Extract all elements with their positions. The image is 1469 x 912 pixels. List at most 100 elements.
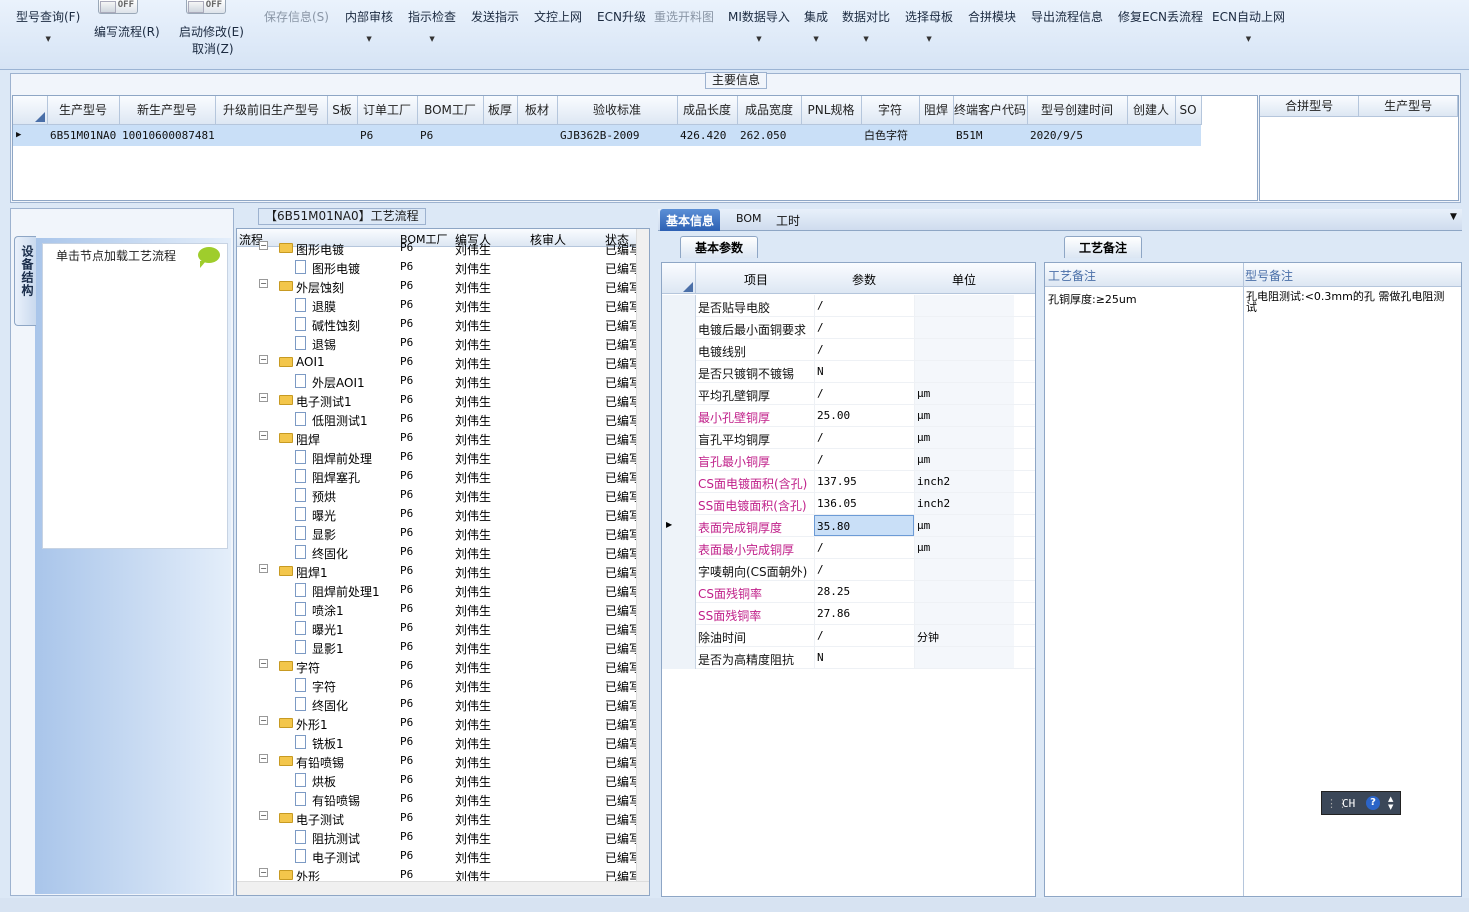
tab-work-hours[interactable]: 工时 [770,209,806,231]
merge-grid[interactable]: 合拼型号 生产型号 [1259,95,1459,201]
grid-cell[interactable]: P6 [357,124,417,146]
grid-cell[interactable] [327,124,357,146]
craft-note-text[interactable]: 孔铜厚度:≥25um [1048,291,1228,307]
flow-tree-row[interactable]: − 电子测试1 P6 刘伟生 已编写 [237,391,641,410]
ecn-auto-button[interactable]: ECN自动上网 ▼ [1212,8,1285,43]
param-value-cell[interactable]: N [814,647,914,668]
col-header[interactable]: 终端客户代码 [953,96,1028,125]
flow-tree-row[interactable]: 外层AOI1 P6 刘伟生 已编写 [237,372,641,391]
param-value-cell[interactable]: N [814,361,914,382]
flow-tree-row[interactable]: 低阻测试1 P6 刘伟生 已编写 [237,410,641,429]
param-value-cell[interactable]: / [814,339,914,360]
select-mother-button[interactable]: 选择母板 ▼ [905,8,953,43]
flow-tree-row[interactable]: 阻焊前处理1 P6 刘伟生 已编写 [237,581,641,600]
flow-tree-row[interactable]: 曝光1 P6 刘伟生 已编写 [237,619,641,638]
col-header[interactable]: 生产型号 [47,96,120,125]
save-info-button[interactable]: 保存信息(S) [264,8,329,25]
param-row[interactable]: CS面残铜率 28.25 [662,581,1035,603]
param-value-cell[interactable]: 28.25 [814,581,914,602]
flow-tree-row[interactable]: − 字符 P6 刘伟生 已编写 [237,657,641,676]
grid-cell[interactable] [919,124,953,146]
flow-tree-row[interactable]: 阻焊塞孔 P6 刘伟生 已编写 [237,467,641,486]
grid-cell[interactable] [517,124,557,146]
flow-tree-hscroll[interactable] [237,881,649,895]
collapse-icon[interactable]: − [259,393,268,402]
start-modify-button[interactable]: 启动修改(E) [179,23,244,40]
flow-tree-row[interactable]: 显影 P6 刘伟生 已编写 [237,524,641,543]
flow-tree-row[interactable]: − 阻焊1 P6 刘伟生 已编写 [237,562,641,581]
flow-tree-row[interactable]: 终固化 P6 刘伟生 已编写 [237,695,641,714]
mi-import-button[interactable]: MI数据导入 ▼ [728,8,790,43]
merge-module-button[interactable]: 合拼模块 [968,8,1016,25]
param-row[interactable]: 是否只镀铜不镀锡 N [662,361,1035,383]
param-value-cell[interactable]: 35.80 [814,515,914,536]
col-header[interactable]: 升级前旧生产型号 [215,96,328,125]
collapse-icon[interactable]: − [259,868,268,877]
tab-basic-params[interactable]: 基本参数 [680,236,759,258]
tab-basic-info[interactable]: 基本信息 [660,209,721,231]
grid-cell[interactable] [483,124,517,146]
export-flow-button[interactable]: 导出流程信息 [1031,8,1103,25]
col-header[interactable]: 成品宽度 [737,96,802,125]
param-row[interactable]: 是否贴导电胶 / [662,295,1035,317]
param-value-cell[interactable]: 136.05 [814,493,914,514]
param-row[interactable]: 表面最小完成铜厚 / μm [662,537,1035,559]
col-header[interactable]: 订单工厂 [357,96,418,125]
col-header[interactable]: 验收标准 [557,96,678,125]
collapse-icon[interactable]: − [259,279,268,288]
param-row[interactable]: SS面电镀面积(含孔) 136.05 inch2 [662,493,1035,515]
collapse-icon[interactable]: − [259,241,268,250]
flow-tree-row[interactable]: 阻焊前处理 P6 刘伟生 已编写 [237,448,641,467]
collapse-icon[interactable]: − [259,564,268,573]
write-flow-button[interactable]: 编写流程(R) [94,23,160,40]
param-value-cell[interactable]: / [814,449,914,470]
grid-cell[interactable]: P6 [417,124,483,146]
param-row[interactable]: 电镀线别 / [662,339,1035,361]
tab-device-structure[interactable]: 设备结构 [14,236,36,326]
grid-cell[interactable]: 10010600087481 [119,124,215,146]
ime-menu-icon[interactable]: ▲ ▼ [1388,795,1393,811]
flow-tree-row[interactable]: 曝光 P6 刘伟生 已编写 [237,505,641,524]
param-value-cell[interactable]: 137.95 [814,471,914,492]
flow-tree-row[interactable]: 烘板 P6 刘伟生 已编写 [237,771,641,790]
param-value-cell[interactable]: / [814,559,914,580]
flow-tree-row[interactable]: − 外层蚀刻 P6 刘伟生 已编写 [237,277,641,296]
flow-tree-row[interactable]: 预烘 P6 刘伟生 已编写 [237,486,641,505]
param-row[interactable]: 盲孔平均铜厚 / μm [662,427,1035,449]
instruction-check-button[interactable]: 指示检查 ▼ [408,8,456,43]
grid-cell[interactable]: 2020/9/5 [1027,124,1127,146]
cancel-button[interactable]: 取消(Z) [192,40,234,57]
col-header[interactable]: PNL规格 [801,96,862,125]
grid-cell[interactable] [215,124,327,146]
flow-tree-row[interactable]: − 图形电镀 P6 刘伟生 已编写 [237,239,641,258]
flow-tree-row[interactable]: − AOI1 P6 刘伟生 已编写 [237,353,641,372]
help-icon[interactable]: ? [1366,796,1380,810]
param-value-cell[interactable]: 25.00 [814,405,914,426]
param-row[interactable]: 最小孔壁铜厚 25.00 μm [662,405,1035,427]
doc-upload-button[interactable]: 文控上网 [534,8,582,25]
flow-tree-row[interactable]: 图形电镀 P6 刘伟生 已编写 [237,258,641,277]
col-header[interactable]: 合拼型号 [1260,96,1360,117]
col-header[interactable]: 阻焊 [919,96,954,125]
param-row[interactable]: CS面电镀面积(含孔) 137.95 inch2 [662,471,1035,493]
flow-tree-row[interactable]: − 电子测试 P6 刘伟生 已编写 [237,809,641,828]
collapse-icon[interactable]: − [259,431,268,440]
grid-cell[interactable]: 262.050 [737,124,801,146]
col-header[interactable]: 板厚 [483,96,518,125]
col-header[interactable]: 板材 [517,96,558,125]
param-row[interactable]: 除油时间 / 分钟 [662,625,1035,647]
flow-tree-row[interactable]: 字符 P6 刘伟生 已编写 [237,676,641,695]
reselect-chart-button[interactable]: 重选开料图 [654,8,714,25]
collapse-icon[interactable]: − [259,754,268,763]
param-row[interactable]: 盲孔最小铜厚 / μm [662,449,1035,471]
collapse-icon[interactable]: − [259,355,268,364]
collapse-icon[interactable]: − [259,716,268,725]
param-row[interactable]: ▶ 表面完成铜厚度 35.80 μm [662,515,1035,537]
col-header[interactable]: 型号创建时间 [1027,96,1128,125]
grid-cell[interactable]: 6B51M01NA0 [47,124,119,146]
grid-cell[interactable]: 426.420 [677,124,737,146]
col-header[interactable]: 新生产型号 [119,96,216,125]
flow-tree-row[interactable]: 终固化 P6 刘伟生 已编写 [237,543,641,562]
params-grid[interactable]: 项目 参数 单位 是否贴导电胶 / 电镀后最小面铜要求 / 电镀线别 / 是否只镀铜不镀锡 N… [661,262,1036,897]
param-row[interactable]: 字唛朝向(CS面朝外) / [662,559,1035,581]
